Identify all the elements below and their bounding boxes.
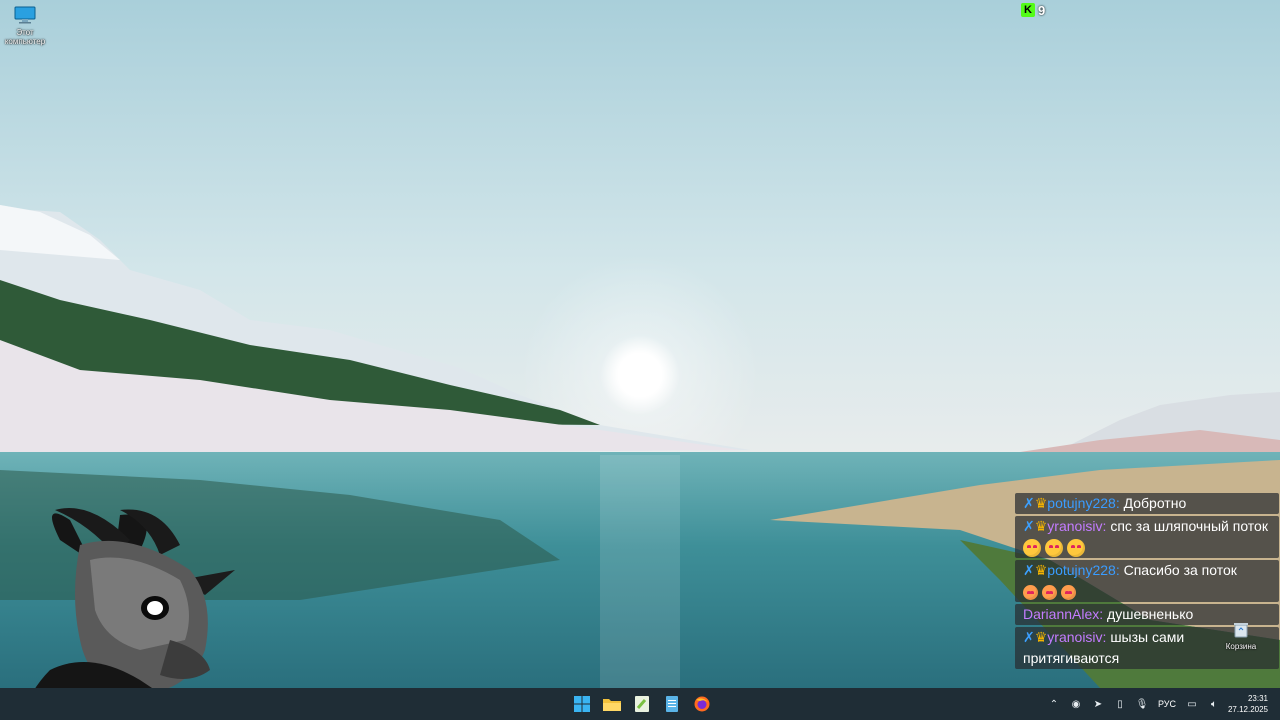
notepad-plus-button[interactable] — [630, 692, 654, 716]
chat-separator: : — [1102, 518, 1107, 534]
crown-badge-icon: ♛ — [1034, 629, 1048, 645]
chat-separator: : — [1115, 562, 1120, 578]
windows-logo-icon — [574, 696, 590, 712]
monitor-icon — [14, 6, 36, 24]
chevron-up-icon[interactable]: ⌃ — [1048, 698, 1060, 710]
taskbar: ⌃ ◉ ➤ ▯ 🎙︎ РУС ▭ 🔈︎ 23:31 27.12.2025 — [0, 688, 1280, 720]
this-pc-label: Этот компьютер — [4, 28, 46, 46]
chat-text: Спасибо за поток — [1123, 562, 1237, 578]
kiss-emote-icon — [1042, 584, 1057, 600]
chat-separator: : — [1115, 495, 1120, 511]
taskbar-clock[interactable]: 23:31 27.12.2025 — [1228, 693, 1268, 715]
chat-username: potujny228 — [1047, 562, 1116, 578]
crown-badge-icon: ♛ — [1034, 562, 1048, 578]
recycle-bin-label: Корзина — [1225, 642, 1257, 651]
kick-viewer-badge: K 9 — [1021, 2, 1045, 18]
chat-message: ✗♛potujny228: Добротно — [1015, 493, 1279, 514]
notepad-button[interactable] — [660, 692, 684, 716]
kick-logo-icon: K — [1021, 3, 1035, 17]
steam-icon[interactable]: ◉ — [1070, 698, 1082, 710]
heart-eyes-emote-icon — [1067, 539, 1085, 558]
viewer-count: 9 — [1038, 2, 1046, 18]
volume-icon[interactable]: 🔈︎ — [1208, 698, 1220, 710]
crown-badge-icon: ♛ — [1034, 495, 1048, 511]
taskbar-apps — [570, 692, 714, 716]
chat-message: ✗♛potujny228: Спасибо за поток — [1015, 560, 1279, 602]
language-indicator[interactable]: РУС — [1158, 699, 1176, 709]
kiss-emote-icon — [1023, 584, 1038, 600]
chat-username: potujny228 — [1047, 495, 1116, 511]
chat-text: спс за шляпочный поток — [1110, 518, 1268, 534]
telegram-icon[interactable]: ➤ — [1092, 698, 1104, 710]
folder-icon — [603, 699, 621, 711]
firefox-icon — [694, 696, 710, 712]
start-button[interactable] — [570, 692, 594, 716]
streamer-avatar — [20, 508, 235, 720]
chat-message: ✗♛yranoisiv: спс за шляпочный поток — [1015, 516, 1279, 558]
chat-separator: : — [1102, 629, 1107, 645]
chat-separator: : — [1099, 606, 1104, 622]
file-explorer-button[interactable] — [600, 692, 624, 716]
notepad-plus-icon — [635, 696, 649, 712]
recycle-bin-desktop-icon[interactable]: Корзина — [1220, 622, 1262, 651]
recycle-bin-icon — [1234, 623, 1248, 638]
system-tray: ⌃ ◉ ➤ ▯ 🎙︎ РУС ▭ 🔈︎ — [1048, 688, 1220, 720]
chat-username: yranoisiv — [1047, 629, 1103, 645]
heart-eyes-emote-icon — [1023, 539, 1041, 558]
notepad-icon — [666, 696, 678, 712]
sword-badge-icon: ✗ — [1023, 629, 1035, 645]
heart-eyes-emote-icon — [1045, 539, 1063, 558]
firefox-button[interactable] — [690, 692, 714, 716]
sword-badge-icon: ✗ — [1023, 518, 1035, 534]
clock-date: 27.12.2025 — [1227, 705, 1268, 714]
sword-badge-icon: ✗ — [1023, 562, 1035, 578]
chat-username: yranoisiv — [1047, 518, 1103, 534]
chat-username: DariannAlex — [1023, 606, 1100, 622]
kiss-emote-icon — [1061, 584, 1076, 600]
this-pc-desktop-icon[interactable]: Этот компьютер — [2, 6, 48, 46]
chat-text: Добротно — [1123, 495, 1187, 511]
microphone-icon[interactable]: 🎙︎ — [1136, 698, 1149, 710]
crown-badge-icon: ♛ — [1034, 518, 1048, 534]
clock-time: 23:31 — [1247, 694, 1268, 703]
chat-text: душевненько — [1107, 606, 1194, 622]
sword-badge-icon: ✗ — [1023, 495, 1035, 511]
network-icon[interactable]: ▭ — [1186, 698, 1198, 710]
usb-device-icon[interactable]: ▯ — [1114, 698, 1126, 710]
